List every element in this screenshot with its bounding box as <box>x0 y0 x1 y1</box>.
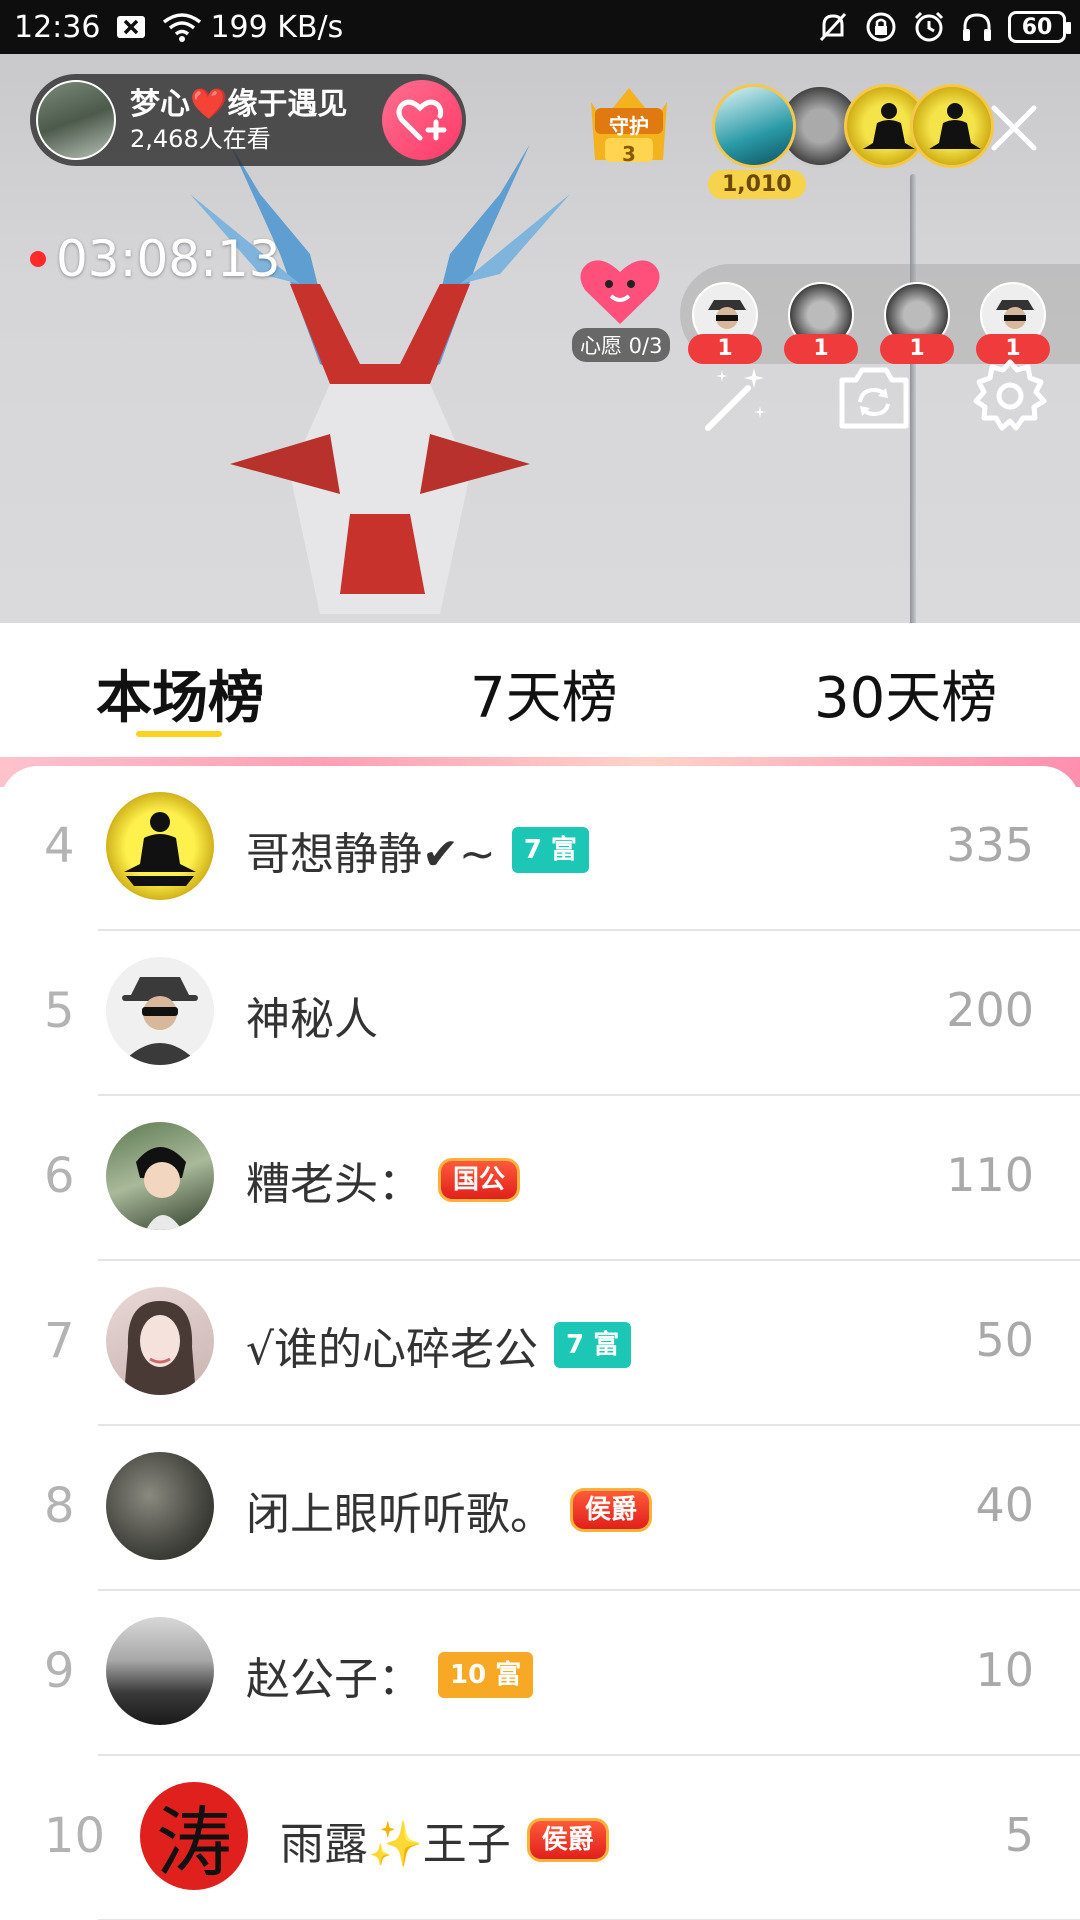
contribution-score: 110 <box>946 1148 1034 1202</box>
contribution-score: 50 <box>975 1313 1034 1367</box>
contribution-score: 335 <box>946 818 1034 872</box>
guard-badge[interactable]: 守护 3 <box>583 82 675 174</box>
fan-score: 1,010 <box>708 170 806 199</box>
network-speed: 199 KB/s <box>210 9 344 45</box>
host-name: 梦心❤️缘于遇见 <box>130 87 348 122</box>
list-item[interactable]: 4 哥想静静✔~ 7 富 335 <box>0 766 1080 931</box>
noble-title-badge: 国公 <box>438 1158 521 1202</box>
room-photo-avatar[interactable] <box>106 1617 214 1725</box>
list-item[interactable]: 8 闭上眼听听歌。 侯爵 40 <box>0 1426 1080 1591</box>
close-icon <box>991 105 1037 151</box>
guard-label: 守护 <box>609 114 649 138</box>
ranking-tabs: 本场榜 7天榜 30天榜 <box>0 623 1080 759</box>
girl-photo-avatar[interactable] <box>106 1287 214 1395</box>
ranking-list: 4 哥想静静✔~ 7 富 335 5 神秘人 200 6 糟老头： 国公 110 7… <box>0 766 1080 1920</box>
contribution-score: 10 <box>975 1643 1034 1697</box>
wish-widget[interactable]: 心愿 0/3 <box>572 254 671 362</box>
status-bar: 12:36 199 KB/s 60 <box>0 0 1080 54</box>
guard-count: 3 <box>622 142 636 166</box>
noble-title-badge: 侯爵 <box>570 1488 653 1532</box>
headphones-icon <box>960 10 994 44</box>
live-timer: 03:08:13 <box>30 230 281 288</box>
flip-camera-button[interactable] <box>836 360 912 436</box>
follow-button[interactable] <box>382 80 462 160</box>
user-name: 雨露✨王子 <box>280 1819 511 1870</box>
rank-number: 4 <box>44 818 75 874</box>
live-video[interactable]: 梦心❤️缘于遇见 2,468人在看 守护 3 1,010 03:08:13 心愿… <box>0 54 1080 623</box>
dark-photo-avatar[interactable] <box>106 1452 214 1560</box>
wifi-icon <box>162 10 202 44</box>
close-button[interactable] <box>984 98 1044 158</box>
tab-30-days[interactable]: 30天榜 <box>814 653 997 734</box>
heart-face-icon <box>580 260 660 324</box>
list-item[interactable]: 9 赵公子： 10 富 10 <box>0 1591 1080 1756</box>
contribution-score: 200 <box>946 983 1034 1037</box>
tab-current-session[interactable]: 本场榜 <box>96 653 264 734</box>
noble-title-badge: 侯爵 <box>526 1818 609 1862</box>
guest[interactable]: 1 <box>976 282 1050 364</box>
host-avatar[interactable] <box>36 80 116 160</box>
guest-list[interactable]: 1 1 1 1 <box>680 264 1080 364</box>
meditation-avatar[interactable] <box>106 792 214 900</box>
bell-off-icon <box>816 10 850 44</box>
rich-level-badge: 7 富 <box>554 1322 632 1368</box>
top-fans[interactable]: 1,010 <box>708 84 994 199</box>
user-name: 哥想静静✔~ <box>246 829 496 880</box>
user-name: 神秘人 <box>246 994 378 1045</box>
deer-head-decoration <box>190 144 570 614</box>
host-info-pill[interactable]: 梦心❤️缘于遇见 2,468人在看 <box>30 74 466 166</box>
viewer-count: 2,468人在看 <box>130 125 271 153</box>
list-item[interactable]: 7 √谁的心碎老公 7 富 50 <box>0 1261 1080 1426</box>
rank-number: 9 <box>44 1643 75 1699</box>
rich-level-badge: 10 富 <box>438 1652 534 1698</box>
boy-sketch-avatar[interactable] <box>106 1122 214 1230</box>
guest[interactable]: 1 <box>880 282 954 364</box>
beauty-button[interactable] <box>698 360 774 436</box>
guest[interactable]: 1 <box>688 282 762 364</box>
user-name: √谁的心碎老公 <box>246 1324 539 1375</box>
alarm-icon <box>912 10 946 44</box>
guest[interactable]: 1 <box>784 282 858 364</box>
calligraphy-avatar[interactable]: 涛 <box>140 1782 248 1890</box>
close-box-icon <box>114 10 148 44</box>
tab-7-days[interactable]: 7天榜 <box>470 653 618 734</box>
user-name: 闭上眼听听歌。 <box>246 1489 554 1540</box>
magic-wand-icon <box>705 368 766 431</box>
mystery-avatar[interactable] <box>106 957 214 1065</box>
settings-button[interactable] <box>972 358 1048 434</box>
rank-number: 6 <box>44 1148 75 1204</box>
lock-rotate-icon <box>864 10 898 44</box>
list-item[interactable]: 10 涛 雨露✨王子 侯爵 5 <box>0 1756 1080 1920</box>
battery-icon: 60 <box>1008 11 1071 43</box>
heart-plus-icon <box>396 99 447 141</box>
rank-number: 7 <box>44 1313 75 1369</box>
camera-flip-icon <box>839 367 909 429</box>
rank-number: 10 <box>44 1808 106 1864</box>
live-dot-icon <box>30 251 46 267</box>
list-item[interactable]: 6 糟老头： 国公 110 <box>0 1096 1080 1261</box>
user-name: 糟老头： <box>246 1159 422 1210</box>
contribution-score: 40 <box>975 1478 1034 1532</box>
gear-icon <box>973 359 1047 431</box>
rank-number: 8 <box>44 1478 75 1534</box>
rank-number: 5 <box>44 983 75 1039</box>
list-item[interactable]: 5 神秘人 200 <box>0 931 1080 1096</box>
status-time: 12:36 <box>14 9 101 45</box>
fan-avatar[interactable] <box>712 84 796 168</box>
active-tab-indicator <box>136 731 222 737</box>
wish-label: 心愿 0/3 <box>572 328 671 362</box>
fan-avatar[interactable] <box>910 84 994 168</box>
rich-level-badge: 7 富 <box>511 827 589 873</box>
user-name: 赵公子： <box>246 1654 422 1705</box>
contribution-score: 5 <box>1004 1808 1034 1862</box>
